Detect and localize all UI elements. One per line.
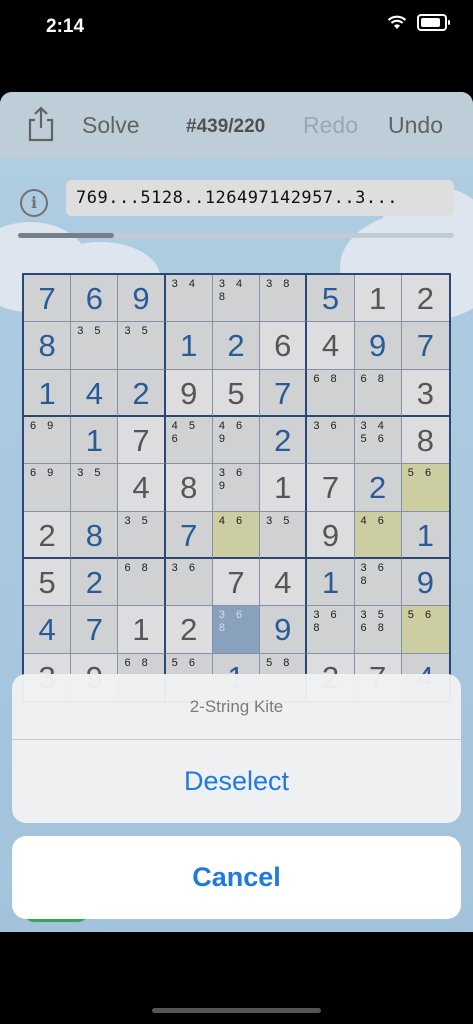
home-indicator xyxy=(152,1008,321,1013)
action-sheet-title: 2-String Kite xyxy=(12,674,461,740)
wifi-icon xyxy=(387,15,407,29)
status-icons xyxy=(387,14,450,31)
deselect-button[interactable]: Deselect xyxy=(12,740,461,823)
status-bar: 2:14 xyxy=(0,0,473,56)
status-time: 2:14 xyxy=(46,16,85,37)
action-sheet: 2-String Kite Deselect xyxy=(12,674,461,823)
battery-icon xyxy=(417,14,450,31)
cancel-button[interactable]: Cancel xyxy=(12,836,461,919)
